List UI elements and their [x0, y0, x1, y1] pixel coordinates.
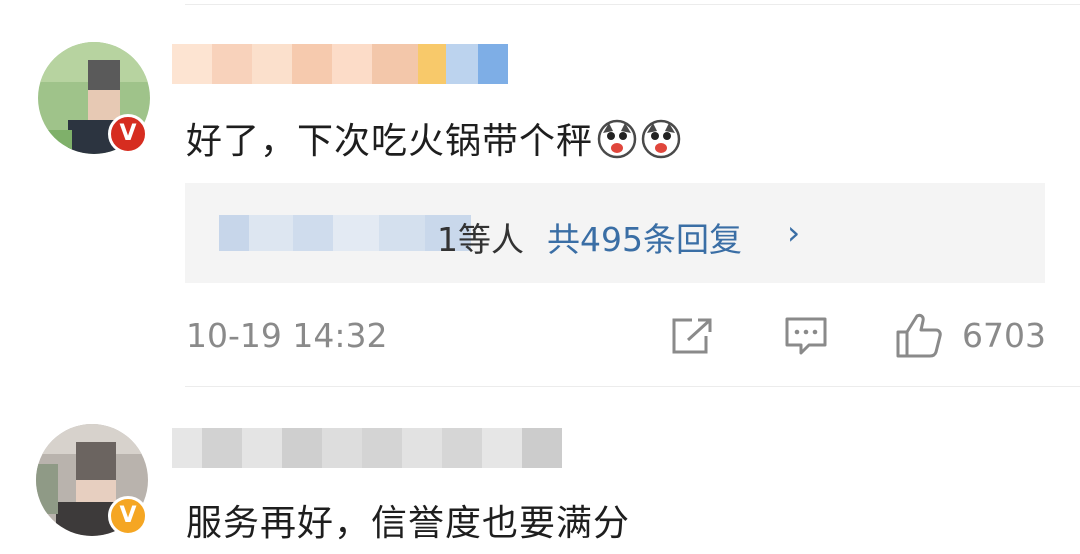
husky-laugh-icon: [597, 119, 637, 159]
share-icon[interactable]: [670, 316, 714, 356]
thumbs-up-icon[interactable]: [894, 312, 944, 360]
comment-icon[interactable]: [784, 316, 828, 356]
reply-names-blurred: [219, 215, 471, 251]
reply-count-link[interactable]: 共495条回复: [547, 213, 742, 261]
husky-laugh-icon: [641, 119, 681, 159]
verified-badge-icon: V: [108, 496, 148, 536]
verified-badge-icon: V: [108, 114, 148, 154]
comment-text: 服务再好，信誉度也要满分: [186, 503, 631, 544]
replies-preview[interactable]: 1等人 共495条回复 ›: [185, 183, 1045, 283]
chevron-right-icon: ›: [787, 213, 801, 252]
username-blurred[interactable]: [172, 428, 562, 468]
username-blurred[interactable]: [172, 44, 508, 84]
comment-text: 好了，下次吃火锅带个秤: [186, 112, 681, 164]
comment-divider: [185, 386, 1080, 387]
comment-timestamp: 10-19 14:32: [186, 316, 388, 355]
top-divider: [185, 4, 1080, 5]
reply-names-suffix: 1等人: [437, 220, 524, 259]
like-count: 6703: [962, 316, 1046, 355]
comment-text-body: 好了，下次吃火锅带个秤: [186, 121, 594, 162]
